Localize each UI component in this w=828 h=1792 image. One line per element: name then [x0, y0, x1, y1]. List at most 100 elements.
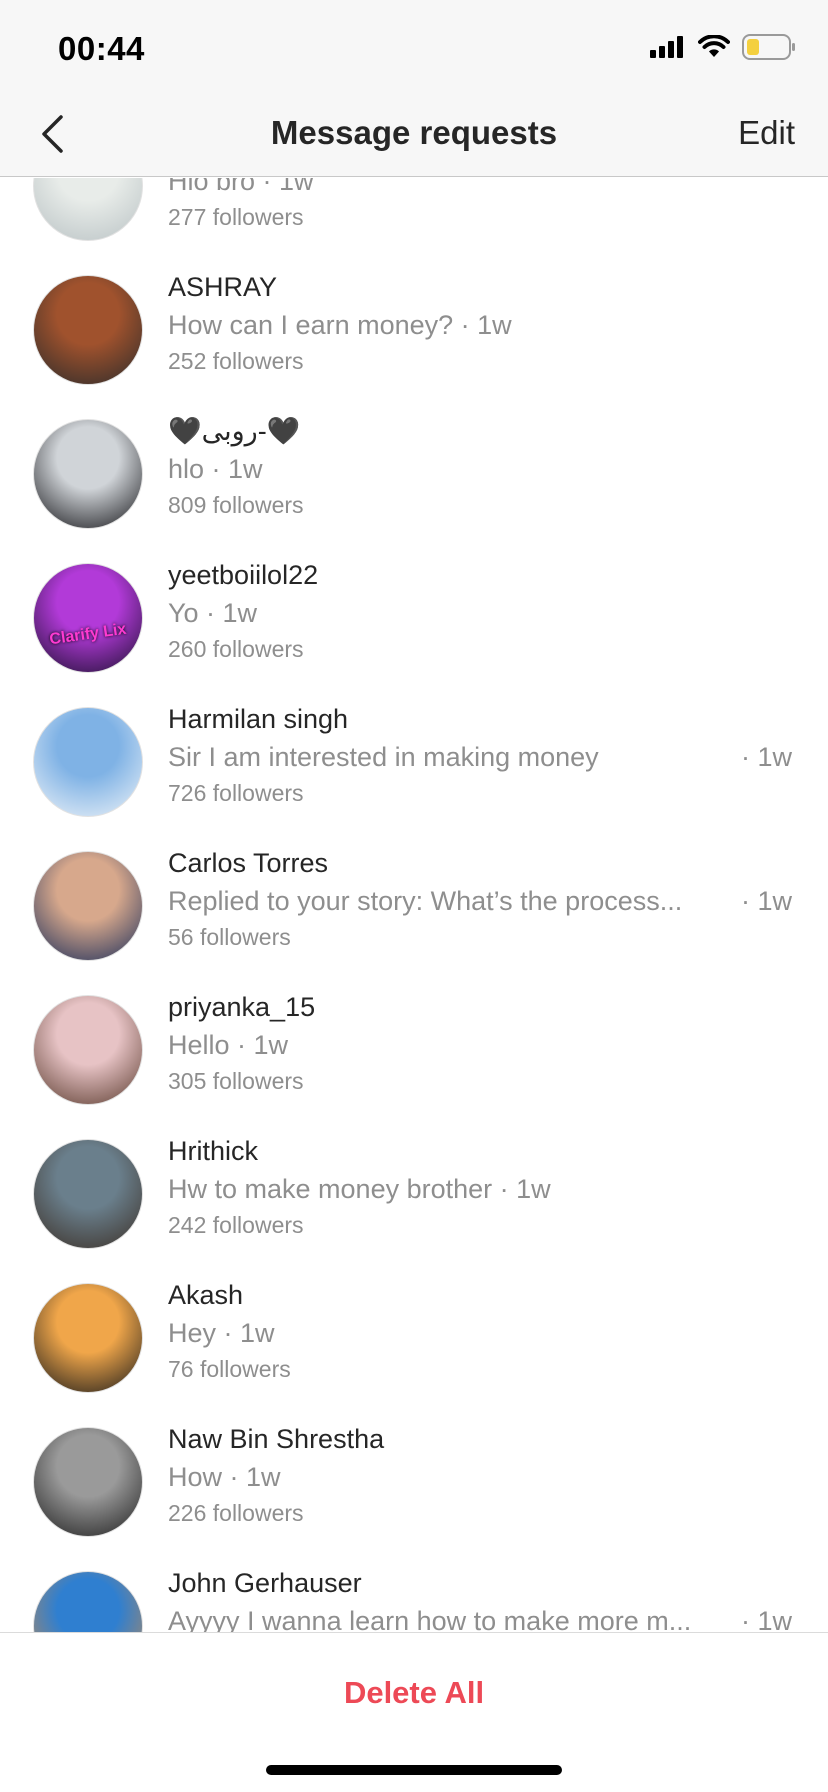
battery-icon [742, 33, 796, 65]
request-text: Hlo bro · 1w 277 followers [168, 178, 792, 233]
request-text: ASHRAY How can I earn money? · 1w 252 fo… [168, 269, 792, 377]
avatar[interactable] [33, 419, 143, 529]
avatar[interactable] [33, 851, 143, 961]
cellular-signal-icon [650, 35, 686, 63]
avatar[interactable]: Clarify Lix [33, 563, 143, 673]
request-follower-count: 305 followers [168, 1068, 304, 1094]
request-message-preview: Hey [168, 1318, 217, 1348]
avatar[interactable] [33, 707, 143, 817]
avatar[interactable] [33, 1571, 143, 1632]
avatar[interactable] [33, 1283, 143, 1393]
message-request-row[interactable]: Carlos Torres Replied to your story: Wha… [0, 826, 828, 970]
request-username: priyanka_15 [168, 992, 316, 1022]
request-message-preview: Hlo bro [168, 178, 256, 196]
request-message-line: Replied to your story: What’s the proces… [168, 881, 792, 921]
request-follower-count: 809 followers [168, 492, 304, 518]
request-time: · 1w [733, 886, 792, 916]
status-bar: 00:44 [0, 0, 828, 100]
message-request-row[interactable]: 🖤روبی-🖤 hlo · 1w 809 followers [0, 394, 828, 538]
request-message-preview: Ayyyy I wanna learn how to make more m..… [168, 1606, 692, 1632]
request-time: · 1w [222, 1462, 281, 1492]
avatar[interactable] [33, 275, 143, 385]
request-message-line: Hlo bro · 1w [168, 178, 792, 201]
message-request-row[interactable]: Hlo bro · 1w 277 followers [0, 178, 828, 250]
request-message-line: Ayyyy I wanna learn how to make more m..… [168, 1601, 792, 1632]
bottom-bar: Delete All [0, 1632, 828, 1792]
avatar[interactable] [33, 1139, 143, 1249]
avatar[interactable] [33, 178, 143, 241]
request-text: yeetboiilol22 Yo · 1w 260 followers [168, 557, 792, 665]
request-message-line: hlo · 1w [168, 449, 792, 489]
request-time: · 1w [453, 310, 512, 340]
request-time: · 1w [198, 598, 258, 628]
request-follower-count: 260 followers [168, 636, 304, 662]
edit-button[interactable]: Edit [738, 114, 795, 152]
avatar-text: Clarify Lix [48, 620, 128, 649]
request-message-line: How can I earn money? · 1w [168, 305, 792, 345]
home-indicator [266, 1765, 562, 1775]
page-title: Message requests [270, 114, 558, 151]
request-time: · 1w [733, 742, 792, 772]
request-time: · 1w [229, 1030, 289, 1060]
request-time: · 1w [733, 1606, 792, 1632]
request-text: Carlos Torres Replied to your story: Wha… [168, 845, 792, 953]
request-message-line: Hey · 1w [168, 1313, 792, 1353]
request-text: Akash Hey · 1w 76 followers [168, 1277, 792, 1385]
request-text: John Gerhauser Ayyyy I wanna learn how t… [168, 1565, 792, 1632]
request-follower-count: 726 followers [168, 780, 304, 806]
request-time: · 1w [492, 1174, 551, 1204]
request-username: Hrithick [168, 1136, 259, 1166]
request-username: 🖤روبی-🖤 [168, 416, 301, 446]
status-icons [650, 33, 796, 65]
message-request-row[interactable]: Akash Hey · 1w 76 followers [0, 1258, 828, 1402]
nav-bar: Message requests Edit [0, 100, 828, 177]
request-time: · 1w [255, 178, 314, 196]
request-text: 🖤روبی-🖤 hlo · 1w 809 followers [168, 413, 792, 521]
request-time: · 1w [216, 1318, 275, 1348]
wifi-icon [698, 33, 730, 64]
request-follower-count: 277 followers [168, 204, 304, 230]
request-username: Akash [168, 1280, 244, 1310]
request-text: priyanka_15 Hello · 1w 305 followers [168, 989, 792, 1097]
request-message-preview: How [168, 1462, 223, 1492]
request-username: Naw Bin Shrestha [168, 1424, 385, 1454]
request-time: · 1w [204, 454, 263, 484]
avatar[interactable] [33, 995, 143, 1105]
message-request-row[interactable]: John Gerhauser Ayyyy I wanna learn how t… [0, 1546, 828, 1632]
request-message-preview: How can I earn money? [168, 310, 454, 340]
message-request-row[interactable]: Hrithick Hw to make money brother · 1w 2… [0, 1114, 828, 1258]
request-username: Harmilan singh [168, 704, 349, 734]
message-request-row[interactable]: Harmilan singh Sir I am interested in ma… [0, 682, 828, 826]
message-request-row[interactable]: Clarify Lix yeetboiilol22 Yo · 1w 260 fo… [0, 538, 828, 682]
message-request-row[interactable]: ASHRAY How can I earn money? · 1w 252 fo… [0, 250, 828, 394]
request-message-preview: Hello [168, 1030, 230, 1060]
request-message-line: Sir I am interested in making money · 1w [168, 737, 792, 777]
request-follower-count: 242 followers [168, 1212, 304, 1238]
request-text: Naw Bin Shrestha How · 1w 226 followers [168, 1421, 792, 1529]
request-message-preview: Sir I am interested in making money [168, 742, 599, 772]
request-follower-count: 76 followers [168, 1356, 291, 1382]
message-request-row[interactable]: priyanka_15 Hello · 1w 305 followers [0, 970, 828, 1114]
request-follower-count: 56 followers [168, 924, 291, 950]
request-username: yeetboiilol22 [168, 560, 319, 590]
message-requests-list[interactable]: Hlo bro · 1w 277 followers ASHRAY How ca… [0, 178, 828, 1632]
request-message-line: How · 1w [168, 1457, 792, 1497]
request-text: Hrithick Hw to make money brother · 1w 2… [168, 1133, 792, 1241]
avatar[interactable] [33, 1427, 143, 1537]
request-message-line: Hello · 1w [168, 1025, 792, 1065]
status-time: 00:44 [58, 30, 145, 67]
request-message-preview: Hw to make money brother [168, 1174, 493, 1204]
message-request-row[interactable]: Naw Bin Shrestha How · 1w 226 followers [0, 1402, 828, 1546]
request-follower-count: 226 followers [168, 1500, 304, 1526]
request-message-preview: Replied to your story: What’s the proces… [168, 886, 683, 916]
request-message-line: Hw to make money brother · 1w [168, 1169, 792, 1209]
request-username: John Gerhauser [168, 1568, 362, 1598]
request-text: Harmilan singh Sir I am interested in ma… [168, 701, 792, 809]
request-list-content: Hlo bro · 1w 277 followers ASHRAY How ca… [0, 178, 828, 1632]
request-username: ASHRAY [168, 272, 278, 302]
request-follower-count: 252 followers [168, 348, 304, 374]
request-message-preview: Yo [168, 598, 199, 628]
request-username: Carlos Torres [168, 848, 329, 878]
delete-all-button[interactable]: Delete All [0, 1675, 828, 1711]
request-message-line: Yo · 1w [168, 593, 792, 633]
